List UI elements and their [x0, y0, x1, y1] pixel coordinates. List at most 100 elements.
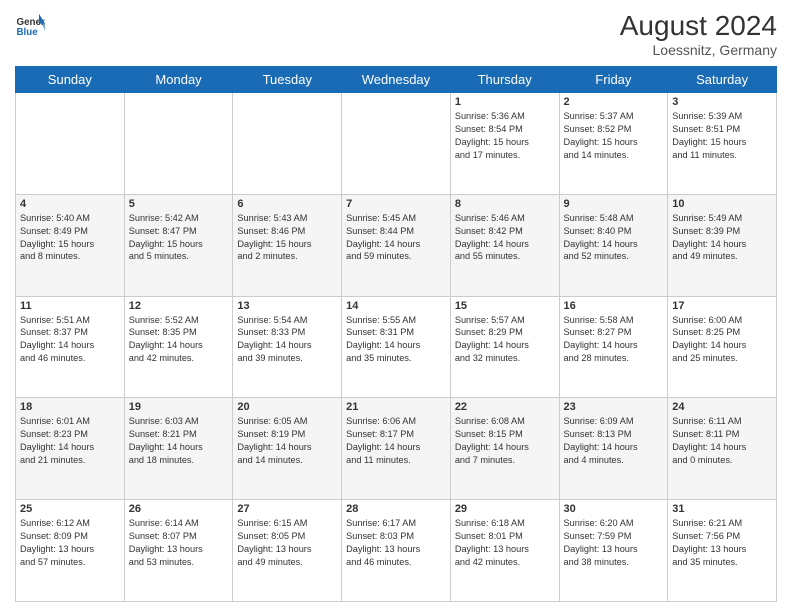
cell-content: Sunrise: 5:51 AM Sunset: 8:37 PM Dayligh… — [20, 314, 120, 366]
day-number: 15 — [455, 300, 555, 312]
calendar-cell: 26 Sunrise: 6:14 AM Sunset: 8:07 PM Dayli… — [124, 500, 233, 602]
cell-content: Sunrise: 5:40 AM Sunset: 8:49 PM Dayligh… — [20, 212, 120, 264]
calendar-cell: 3 Sunrise: 5:39 AM Sunset: 8:51 PM Daylig… — [668, 93, 777, 195]
calendar-cell: 9 Sunrise: 5:48 AM Sunset: 8:40 PM Daylig… — [559, 194, 668, 296]
cell-content: Sunrise: 6:09 AM Sunset: 8:13 PM Dayligh… — [564, 415, 664, 467]
calendar-header-row: Sunday Monday Tuesday Wednesday Thursday… — [16, 67, 777, 93]
col-tuesday: Tuesday — [233, 67, 342, 93]
logo: General Blue — [15, 10, 45, 40]
day-number: 9 — [564, 198, 664, 210]
calendar-cell: 6 Sunrise: 5:43 AM Sunset: 8:46 PM Daylig… — [233, 194, 342, 296]
day-number: 4 — [20, 198, 120, 210]
calendar-cell: 5 Sunrise: 5:42 AM Sunset: 8:47 PM Daylig… — [124, 194, 233, 296]
cell-content: Sunrise: 6:03 AM Sunset: 8:21 PM Dayligh… — [129, 415, 229, 467]
calendar-cell: 23 Sunrise: 6:09 AM Sunset: 8:13 PM Dayli… — [559, 398, 668, 500]
cell-content: Sunrise: 6:18 AM Sunset: 8:01 PM Dayligh… — [455, 517, 555, 569]
calendar-cell — [342, 93, 451, 195]
day-number: 14 — [346, 300, 446, 312]
cell-content: Sunrise: 5:37 AM Sunset: 8:52 PM Dayligh… — [564, 110, 664, 162]
calendar-cell: 13 Sunrise: 5:54 AM Sunset: 8:33 PM Dayli… — [233, 296, 342, 398]
day-number: 18 — [20, 401, 120, 413]
header: General Blue August 2024 Loessnitz, Germ… — [15, 10, 777, 58]
calendar-cell: 11 Sunrise: 5:51 AM Sunset: 8:37 PM Dayli… — [16, 296, 125, 398]
cell-content: Sunrise: 5:45 AM Sunset: 8:44 PM Dayligh… — [346, 212, 446, 264]
calendar-cell: 15 Sunrise: 5:57 AM Sunset: 8:29 PM Dayli… — [450, 296, 559, 398]
calendar-cell: 17Sunrise: 6:00 AM Sunset: 8:25 PM Dayli… — [668, 296, 777, 398]
calendar-cell: 21Sunrise: 6:06 AM Sunset: 8:17 PM Dayli… — [342, 398, 451, 500]
day-number: 1 — [455, 96, 555, 108]
svg-text:Blue: Blue — [17, 27, 39, 38]
calendar-table: Sunday Monday Tuesday Wednesday Thursday… — [15, 66, 777, 602]
title-section: August 2024 Loessnitz, Germany — [620, 10, 777, 58]
cell-content: Sunrise: 6:08 AM Sunset: 8:15 PM Dayligh… — [455, 415, 555, 467]
calendar-cell: 30Sunrise: 6:20 AM Sunset: 7:59 PM Dayli… — [559, 500, 668, 602]
calendar-cell: 8Sunrise: 5:46 AM Sunset: 8:42 PM Daylig… — [450, 194, 559, 296]
calendar-week-row-2: 11 Sunrise: 5:51 AM Sunset: 8:37 PM Dayli… — [16, 296, 777, 398]
cell-content: Sunrise: 6:14 AM Sunset: 8:07 PM Dayligh… — [129, 517, 229, 569]
cell-content: Sunrise: 5:54 AM Sunset: 8:33 PM Dayligh… — [237, 314, 337, 366]
calendar-cell: 12 Sunrise: 5:52 AM Sunset: 8:35 PM Dayli… — [124, 296, 233, 398]
col-sunday: Sunday — [16, 67, 125, 93]
cell-content: Sunrise: 6:20 AM Sunset: 7:59 PM Dayligh… — [564, 517, 664, 569]
day-number: 16 — [564, 300, 664, 312]
day-number: 20 — [237, 401, 337, 413]
location-subtitle: Loessnitz, Germany — [620, 42, 777, 58]
cell-content: Sunrise: 5:43 AM Sunset: 8:46 PM Dayligh… — [237, 212, 337, 264]
day-number: 10 — [672, 198, 772, 210]
day-number: 5 — [129, 198, 229, 210]
day-number: 7 — [346, 198, 446, 210]
cell-content: Sunrise: 5:48 AM Sunset: 8:40 PM Dayligh… — [564, 212, 664, 264]
day-number: 19 — [129, 401, 229, 413]
day-number: 31 — [672, 503, 772, 515]
calendar-cell: 10 Sunrise: 5:49 AM Sunset: 8:39 PM Dayli… — [668, 194, 777, 296]
day-number: 6 — [237, 198, 337, 210]
calendar-cell: 20 Sunrise: 6:05 AM Sunset: 8:19 PM Dayli… — [233, 398, 342, 500]
col-monday: Monday — [124, 67, 233, 93]
calendar-cell: 27Sunrise: 6:15 AM Sunset: 8:05 PM Dayli… — [233, 500, 342, 602]
calendar-cell: 1 Sunrise: 5:36 AM Sunset: 8:54 PM Daylig… — [450, 93, 559, 195]
calendar-cell: 28Sunrise: 6:17 AM Sunset: 8:03 PM Dayli… — [342, 500, 451, 602]
day-number: 3 — [672, 96, 772, 108]
cell-content: Sunrise: 5:52 AM Sunset: 8:35 PM Dayligh… — [129, 314, 229, 366]
calendar-cell: 24Sunrise: 6:11 AM Sunset: 8:11 PM Dayli… — [668, 398, 777, 500]
cell-content: Sunrise: 6:00 AM Sunset: 8:25 PM Dayligh… — [672, 314, 772, 366]
calendar-cell: 22Sunrise: 6:08 AM Sunset: 8:15 PM Dayli… — [450, 398, 559, 500]
cell-content: Sunrise: 5:55 AM Sunset: 8:31 PM Dayligh… — [346, 314, 446, 366]
col-friday: Friday — [559, 67, 668, 93]
day-number: 26 — [129, 503, 229, 515]
day-number: 23 — [564, 401, 664, 413]
cell-content: Sunrise: 6:15 AM Sunset: 8:05 PM Dayligh… — [237, 517, 337, 569]
calendar-cell: 7 Sunrise: 5:45 AM Sunset: 8:44 PM Daylig… — [342, 194, 451, 296]
calendar-cell: 19 Sunrise: 6:03 AM Sunset: 8:21 PM Dayli… — [124, 398, 233, 500]
calendar-cell: 29Sunrise: 6:18 AM Sunset: 8:01 PM Dayli… — [450, 500, 559, 602]
cell-content: Sunrise: 5:49 AM Sunset: 8:39 PM Dayligh… — [672, 212, 772, 264]
page: General Blue August 2024 Loessnitz, Germ… — [0, 0, 792, 612]
cell-content: Sunrise: 5:39 AM Sunset: 8:51 PM Dayligh… — [672, 110, 772, 162]
day-number: 8 — [455, 198, 555, 210]
cell-content: Sunrise: 5:36 AM Sunset: 8:54 PM Dayligh… — [455, 110, 555, 162]
cell-content: Sunrise: 5:42 AM Sunset: 8:47 PM Dayligh… — [129, 212, 229, 264]
day-number: 13 — [237, 300, 337, 312]
day-number: 12 — [129, 300, 229, 312]
cell-content: Sunrise: 6:17 AM Sunset: 8:03 PM Dayligh… — [346, 517, 446, 569]
calendar-cell: 2 Sunrise: 5:37 AM Sunset: 8:52 PM Daylig… — [559, 93, 668, 195]
col-wednesday: Wednesday — [342, 67, 451, 93]
day-number: 11 — [20, 300, 120, 312]
cell-content: Sunrise: 6:01 AM Sunset: 8:23 PM Dayligh… — [20, 415, 120, 467]
calendar-cell — [233, 93, 342, 195]
day-number: 2 — [564, 96, 664, 108]
cell-content: Sunrise: 6:21 AM Sunset: 7:56 PM Dayligh… — [672, 517, 772, 569]
calendar-cell: 4 Sunrise: 5:40 AM Sunset: 8:49 PM Daylig… — [16, 194, 125, 296]
col-saturday: Saturday — [668, 67, 777, 93]
col-thursday: Thursday — [450, 67, 559, 93]
calendar-cell: 18 Sunrise: 6:01 AM Sunset: 8:23 PM Dayli… — [16, 398, 125, 500]
cell-content: Sunrise: 6:12 AM Sunset: 8:09 PM Dayligh… — [20, 517, 120, 569]
day-number: 25 — [20, 503, 120, 515]
cell-content: Sunrise: 6:11 AM Sunset: 8:11 PM Dayligh… — [672, 415, 772, 467]
logo-icon: General Blue — [15, 10, 45, 40]
calendar-cell — [16, 93, 125, 195]
calendar-cell: 16Sunrise: 5:58 AM Sunset: 8:27 PM Dayli… — [559, 296, 668, 398]
calendar-cell: 31 Sunrise: 6:21 AM Sunset: 7:56 PM Dayli… — [668, 500, 777, 602]
cell-content: Sunrise: 5:57 AM Sunset: 8:29 PM Dayligh… — [455, 314, 555, 366]
cell-content: Sunrise: 6:05 AM Sunset: 8:19 PM Dayligh… — [237, 415, 337, 467]
